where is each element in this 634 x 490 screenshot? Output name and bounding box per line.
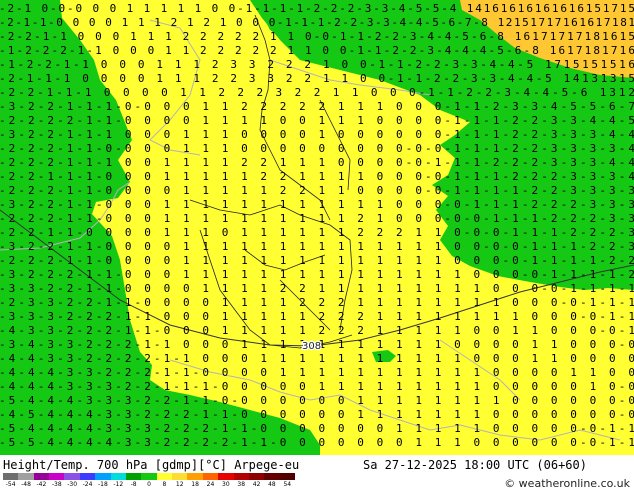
scale-swatch <box>141 473 157 480</box>
scale-tick-label: 54 <box>283 481 292 488</box>
scale-tick-label: 30 <box>222 481 230 488</box>
scale-tick-label: -38 <box>51 481 62 488</box>
scale-swatch <box>64 473 80 480</box>
scale-swatch <box>202 473 219 480</box>
scale-tick-label: -8 <box>130 481 137 488</box>
scale-tick-label: 0 <box>147 481 151 488</box>
scale-tick-label: -54 <box>5 481 16 488</box>
scale-swatch <box>248 473 265 480</box>
scale-swatch <box>79 473 96 480</box>
scale-swatch <box>95 473 111 480</box>
value-row: -2-2-1-1-1 0 0 0 0 1 1 2 2 2 3 2 2 1 1 0… <box>0 86 634 99</box>
scale-swatch <box>172 473 188 480</box>
scale-swatch <box>218 473 234 480</box>
scale-tick-label: 18 <box>191 481 199 488</box>
scale-tick-label: 48 <box>268 481 276 488</box>
scale-tick-label: -18 <box>97 481 108 488</box>
value-row: -2-1-1-1 0 0 0 0 1 1 1 2 2 3 3 2 2 1 1 0… <box>0 72 634 85</box>
valid-time: Sa 27-12-2025 18:00 UTC (06+60) <box>363 458 587 472</box>
scale-tick-label: -24 <box>82 481 93 488</box>
value-row: -2-1-1-0 0 0 0 1 1 1 2 1 2 1 0 0 0-1-1-1… <box>0 16 634 29</box>
scale-swatch <box>125 473 142 480</box>
scale-swatch <box>33 473 50 480</box>
scale-swatch <box>264 473 280 480</box>
scale-tick-label: 42 <box>252 481 261 488</box>
scale-tick-label: 38 <box>237 481 246 488</box>
scale-swatch <box>187 473 203 480</box>
weather-map: -2-1 0-0-0 0 0 1 1 1 1 1 0 0-1-1-1-1-2-2… <box>0 0 634 455</box>
scale-tick-label: -42 <box>36 481 47 488</box>
scale-tick-label: 12 <box>175 481 184 488</box>
scale-swatch <box>110 473 126 480</box>
site-credit: © weatheronline.co.uk <box>504 477 630 490</box>
color-scale: -54 -48 -42 -38 -30 -24 -18 -12 -8 0 8 12 18 24 30 38 42… <box>3 473 295 489</box>
contour-label: 308 <box>302 341 321 352</box>
scale-tick-label: 8 <box>162 481 167 488</box>
scale-tick-label: -30 <box>67 481 78 488</box>
scale-swatch <box>3 473 19 480</box>
scale-tick-label: -48 <box>21 481 31 488</box>
scale-swatch <box>18 473 34 480</box>
scale-swatch <box>156 473 173 480</box>
scale-swatch <box>49 473 65 480</box>
map-footer: Height/Temp. 700 hPa [gdmp][°C] Arpege-e… <box>0 455 634 490</box>
scale-swatch <box>279 473 295 480</box>
value-row: -2-1 0-0-0 0 0 1 1 1 1 1 0 0-1-1-1-1-2-2… <box>0 2 634 15</box>
scale-swatch <box>233 473 249 480</box>
map-title: Height/Temp. 700 hPa [gdmp][°C] Arpege-e… <box>3 458 300 472</box>
value-row: -1-2-2-1-1 0 0 0 1 1 1 2 3 3 2 2 2 1 0 0… <box>0 58 634 71</box>
scale-tick-label: 24 <box>206 481 215 488</box>
scale-tick-label: -12 <box>113 481 124 488</box>
